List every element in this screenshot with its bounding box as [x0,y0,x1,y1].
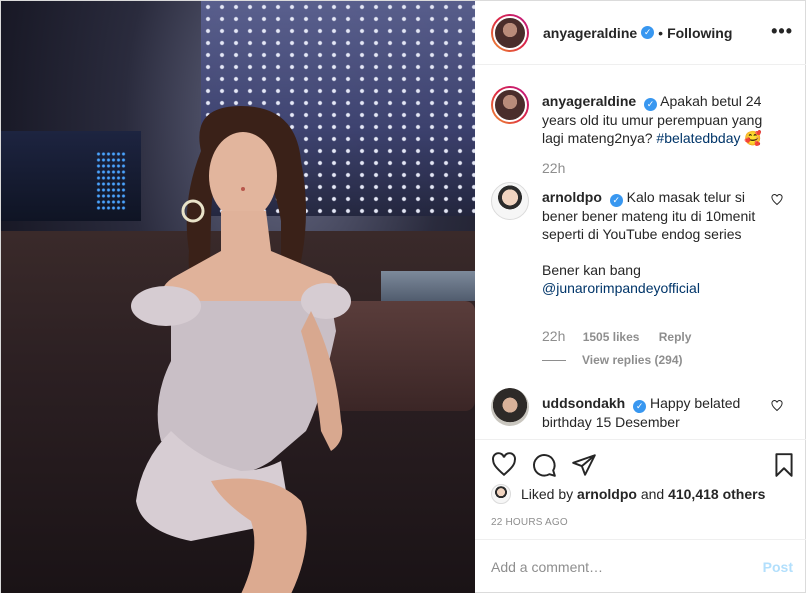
verified-badge-icon: ✓ [609,194,623,207]
comment-body: uddsondakh ✓ Happy belated birthday 15 D… [542,394,772,431]
comment-username[interactable]: arnoldpo [542,189,602,205]
comment-meta: 22h 1505 likes Reply [542,328,691,344]
liked-by-prefix: Liked by [521,486,574,502]
caption-username[interactable]: anyageraldine [542,93,636,109]
post-comment-button[interactable]: Post [763,559,793,575]
comment-item: uddsondakh ✓ Happy belated birthday 15 D… [491,388,791,438]
comment-mention[interactable]: @junarorimpandeyofficial [542,279,772,297]
post-photo[interactable] [1,1,475,593]
liked-by-user[interactable]: arnoldpo [577,486,637,502]
comment-body: arnoldpo ✓ Kalo masak telur si bener ben… [542,188,772,297]
instagram-post-modal: anyageraldine ✓ • Following ••• anyagera… [0,0,806,593]
comment-text-second-line: Bener kan bang [542,262,641,278]
posted-time[interactable]: 22 HOURS AGO [491,517,568,528]
share-paper-plane-icon[interactable] [571,452,597,478]
comments-list[interactable]: anyageraldine ✓ Apakah betul 24 years ol… [475,66,806,438]
verified-badge-icon: ✓ [641,26,655,39]
author-username[interactable]: anyageraldine [543,25,637,41]
caption-avatar[interactable] [491,86,529,124]
replies-divider [542,360,566,362]
caption-hashtag[interactable]: #belatedbday [656,130,740,146]
comment-item: arnoldpo ✓ Kalo masak telur si bener ben… [491,182,791,372]
like-comment-icon[interactable] [771,400,783,412]
city-window-background [1,131,141,221]
caption-emoji: 🥰 [744,130,762,146]
comment-avatar[interactable] [491,182,529,220]
comment-bubble-icon[interactable] [531,452,557,478]
author-avatar[interactable] [491,13,529,52]
caption-body: anyageraldine ✓ Apakah betul 24 years ol… [542,92,772,147]
comment-avatar[interactable] [491,388,529,426]
liker-avatar[interactable] [491,484,511,504]
action-bar [475,439,806,489]
header-separator: • [658,24,664,41]
view-replies-label: View replies (294) [582,353,683,367]
caption-time[interactable]: 22h [542,160,565,176]
glass-table-background [381,271,475,301]
verified-badge-icon: ✓ [644,98,658,111]
liked-by-row: Liked by arnoldpo and 410,418 others [491,484,765,504]
reply-button[interactable]: Reply [659,330,692,344]
view-replies-button[interactable]: View replies (294) [542,353,683,367]
comment-time[interactable]: 22h [542,328,565,344]
like-heart-icon[interactable] [491,452,517,478]
verified-badge-icon: ✓ [633,400,647,413]
comment-composer: Post [475,539,806,593]
save-bookmark-icon[interactable] [771,452,797,478]
post-side-panel: anyageraldine ✓ • Following ••• anyagera… [475,1,806,593]
like-comment-icon[interactable] [771,194,783,206]
add-comment-input[interactable] [491,559,763,575]
comment-likes[interactable]: 1505 likes [583,330,640,344]
comment-username[interactable]: uddsondakh [542,395,625,411]
more-options-icon[interactable]: ••• [771,21,793,42]
liked-by-and: and [640,486,665,502]
caption-item: anyageraldine ✓ Apakah betul 24 years ol… [491,86,791,196]
following-button[interactable]: Following [667,25,732,41]
post-header: anyageraldine ✓ • Following ••• [475,1,806,65]
woman-figure [131,106,351,593]
likes-count[interactable]: 410,418 others [668,486,765,502]
